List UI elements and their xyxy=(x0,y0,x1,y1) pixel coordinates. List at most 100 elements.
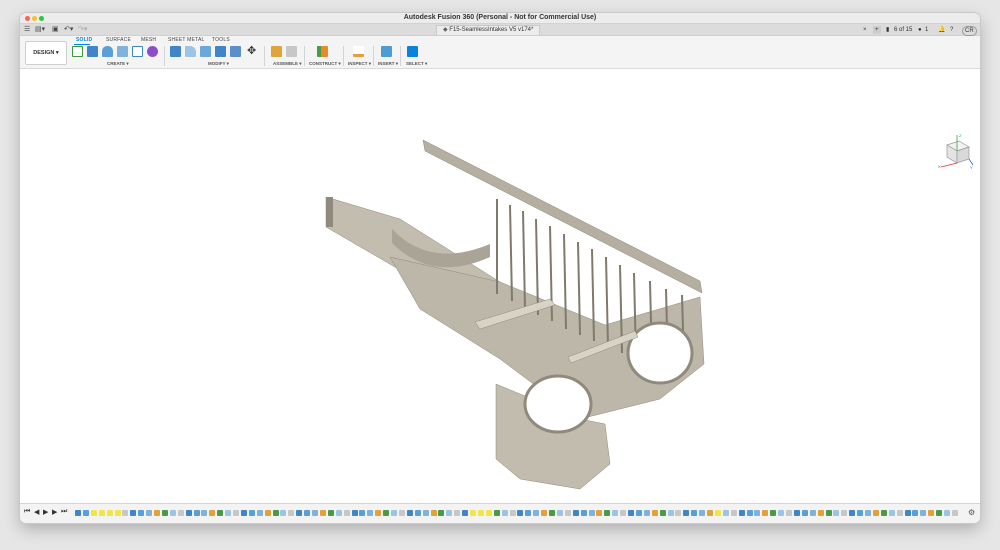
tab-surface[interactable]: SURFACE xyxy=(106,37,131,43)
step-forward-icon[interactable]: ▶ xyxy=(52,508,57,516)
timeline-feature-icon[interactable] xyxy=(786,510,792,516)
tab-solid[interactable]: SOLID xyxy=(76,37,92,43)
go-to-start-icon[interactable]: ⏮ xyxy=(24,508,30,516)
timeline-feature-icon[interactable] xyxy=(841,510,848,516)
timeline-feature-icon[interactable] xyxy=(98,510,105,516)
timeline-feature-icon[interactable] xyxy=(391,510,397,516)
fillet-icon[interactable] xyxy=(185,46,196,57)
timeline-feature-icon[interactable] xyxy=(177,510,184,516)
3d-viewport[interactable]: Z X Y xyxy=(20,69,980,503)
timeline-feature-icon[interactable] xyxy=(754,510,761,516)
timeline-feature-icon[interactable] xyxy=(138,510,145,516)
tab-sheet-metal[interactable]: SHEET METAL xyxy=(168,37,204,43)
timeline-feature-icon[interactable] xyxy=(738,510,745,516)
timeline-feature-icon[interactable] xyxy=(272,510,279,516)
job-status-label[interactable]: 6 of 15 xyxy=(894,26,912,34)
timeline-feature-icon[interactable] xyxy=(714,510,721,516)
timeline-feature-icon[interactable] xyxy=(746,510,753,516)
revolve-icon[interactable] xyxy=(102,46,113,57)
press-pull-icon[interactable] xyxy=(170,46,181,57)
timeline-feature-icon[interactable] xyxy=(707,510,713,516)
timeline-feature-icon[interactable] xyxy=(154,510,160,516)
timeline-feature-icon[interactable] xyxy=(762,510,769,516)
go-to-end-icon[interactable]: ⏭ xyxy=(61,508,67,516)
timeline-feature-icon[interactable] xyxy=(880,510,887,516)
hole-icon[interactable] xyxy=(117,46,128,57)
timeline-feature-icon[interactable] xyxy=(477,510,484,516)
timeline-feature-icon[interactable] xyxy=(485,510,492,516)
timeline-feature-icon[interactable] xyxy=(643,510,650,516)
timeline-feature-icon[interactable] xyxy=(398,510,405,516)
timeline-feature-icon[interactable] xyxy=(304,510,311,516)
timeline-feature-icon[interactable] xyxy=(865,510,871,516)
step-back-icon[interactable]: ◀ xyxy=(34,508,39,516)
new-tab-icon[interactable]: + xyxy=(873,26,881,34)
timeline-feature-icon[interactable] xyxy=(90,510,97,516)
user-avatar[interactable]: CR xyxy=(962,26,977,36)
timeline-feature-icon[interactable] xyxy=(319,510,326,516)
move-icon[interactable]: ✥ xyxy=(247,46,258,57)
new-component-icon[interactable] xyxy=(271,46,282,57)
create-menu[interactable]: CREATE ▾ xyxy=(107,61,129,67)
timeline-feature-icon[interactable] xyxy=(462,510,469,516)
document-tab[interactable]: ◆ F15-SeamlessIntakes V5 v174* xyxy=(436,25,541,35)
timeline-feature-icon[interactable] xyxy=(722,510,729,516)
timeline-feature-icon[interactable] xyxy=(430,510,437,516)
timeline-feature-icon[interactable] xyxy=(414,510,421,516)
timeline-feature-icon[interactable] xyxy=(82,510,89,516)
timeline-feature-icon[interactable] xyxy=(406,510,413,516)
timeline-feature-icon[interactable] xyxy=(312,510,318,516)
timeline-feature-icon[interactable] xyxy=(264,510,271,516)
online-status-icon[interactable]: ● xyxy=(918,26,922,34)
timeline-feature-icon[interactable] xyxy=(699,510,706,516)
play-icon[interactable]: ▶ xyxy=(43,508,48,516)
timeline-feature-icon[interactable] xyxy=(801,510,808,516)
assemble-menu[interactable]: ASSEMBLE ▾ xyxy=(273,61,302,67)
timeline-feature-icon[interactable] xyxy=(359,510,366,516)
timeline-feature-icon[interactable] xyxy=(517,510,524,516)
settings-gear-icon[interactable]: ⚙ xyxy=(968,508,975,517)
timeline-feature-icon[interactable] xyxy=(612,510,619,516)
save-icon[interactable]: ▣ xyxy=(52,26,59,34)
redo-icon[interactable]: ↷▾ xyxy=(78,26,87,34)
timeline-feature-icon[interactable] xyxy=(849,510,856,516)
timeline-feature-icon[interactable] xyxy=(620,510,627,516)
combine-icon[interactable] xyxy=(230,46,241,57)
timeline-feature-icon[interactable] xyxy=(106,510,113,516)
timeline-feature-icon[interactable] xyxy=(809,510,816,516)
timeline-feature-icon[interactable] xyxy=(335,510,342,516)
timeline-feature-icon[interactable] xyxy=(454,510,461,516)
timeline-feature-icon[interactable] xyxy=(288,510,295,516)
help-icon[interactable]: ? xyxy=(950,26,953,34)
file-menu-icon[interactable]: ▤▾ xyxy=(35,26,45,34)
timeline-feature-icon[interactable] xyxy=(327,510,334,516)
timeline-feature-icon[interactable] xyxy=(367,510,374,516)
insert-image-icon[interactable] xyxy=(381,46,392,57)
timeline-feature-icon[interactable] xyxy=(185,510,192,516)
timeline-feature-icon[interactable] xyxy=(169,510,176,516)
timeline-feature-icon[interactable] xyxy=(375,510,382,516)
timeline-feature-icon[interactable] xyxy=(296,510,303,516)
timeline-feature-icon[interactable] xyxy=(928,510,935,516)
timeline-feature-icon[interactable] xyxy=(493,510,500,516)
timeline-feature-icon[interactable] xyxy=(936,510,943,516)
timeline-feature-icon[interactable] xyxy=(888,510,895,516)
timeline-feature-icon[interactable] xyxy=(628,510,634,516)
timeline-feature-icon[interactable] xyxy=(217,510,224,516)
timeline-feature-icon[interactable] xyxy=(240,510,247,516)
timeline-feature-icon[interactable] xyxy=(833,510,840,516)
timeline-feature-icon[interactable] xyxy=(525,510,532,516)
timeline-feature-icon[interactable] xyxy=(683,510,690,516)
timeline-feature-icon[interactable] xyxy=(383,510,390,516)
viewcube[interactable]: Z X Y xyxy=(935,131,975,171)
timeline-feature-icon[interactable] xyxy=(146,510,153,516)
timeline-feature-icon[interactable] xyxy=(201,510,208,516)
timeline-feature-icon[interactable] xyxy=(572,510,579,516)
create-sketch-icon[interactable] xyxy=(72,46,83,57)
timeline-feature-icon[interactable] xyxy=(122,510,129,516)
timeline-feature-icon[interactable] xyxy=(556,510,563,516)
timeline-feature-icon[interactable] xyxy=(770,510,777,516)
intake-model[interactable] xyxy=(20,69,980,503)
notifications-icon[interactable]: 🔔 xyxy=(938,26,945,34)
timeline-feature-icon[interactable] xyxy=(280,510,287,516)
